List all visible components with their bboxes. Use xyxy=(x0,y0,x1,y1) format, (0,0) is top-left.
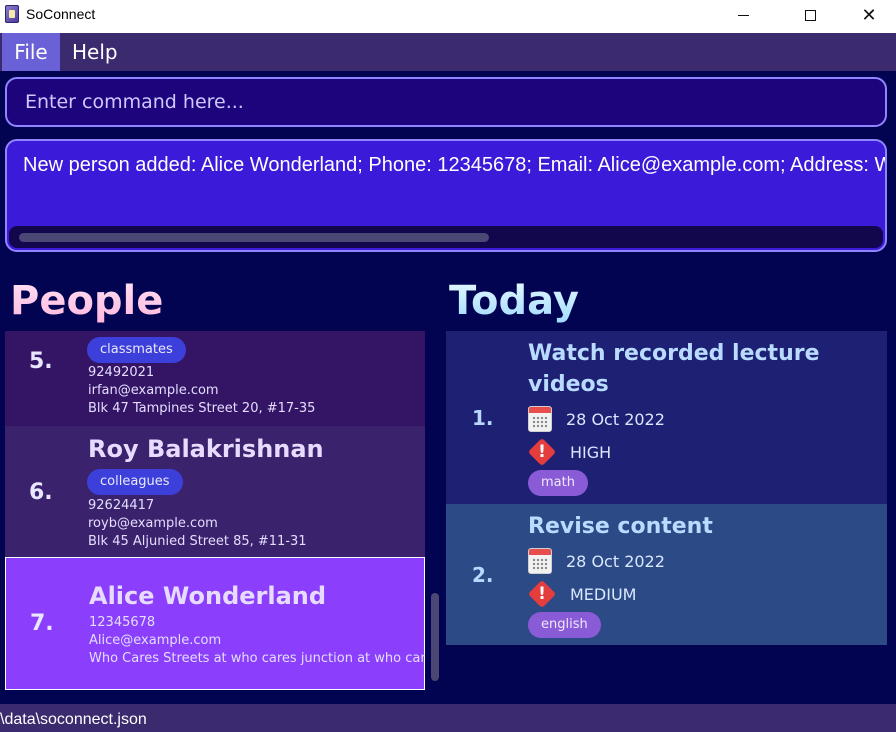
task-card[interactable]: 2. Revise content 28 Oct 2022 ! MEDIUM e… xyxy=(446,504,887,645)
task-priority: MEDIUM xyxy=(570,584,637,604)
people-heading: People xyxy=(10,278,164,324)
result-scroll-thumb[interactable] xyxy=(19,233,489,242)
task-card[interactable]: 1. Watch recorded lecture videos 28 Oct … xyxy=(446,331,887,504)
task-index: 1. xyxy=(472,406,494,430)
menu-bar: File Help xyxy=(0,33,896,71)
menu-help[interactable]: Help xyxy=(72,33,118,71)
person-card-selected[interactable]: 7. Alice Wonderland 12345678 Alice@examp… xyxy=(5,557,425,690)
task-priority-row: ! MEDIUM xyxy=(527,579,637,609)
person-index: 7. xyxy=(30,611,54,636)
app-logo-icon xyxy=(5,5,19,23)
task-title: Revise content xyxy=(528,514,713,539)
task-date: 28 Oct 2022 xyxy=(566,551,665,571)
task-priority-row: ! HIGH xyxy=(527,437,612,467)
priority-warning-icon: ! xyxy=(527,579,557,609)
person-address: Blk 45 Aljunied Street 85, #11-31 xyxy=(88,534,307,549)
person-index: 5. xyxy=(29,349,53,374)
task-date-row: 28 Oct 2022 xyxy=(528,405,665,433)
calendar-icon xyxy=(528,548,552,574)
maximize-icon xyxy=(804,9,816,21)
task-tag: english xyxy=(528,612,601,638)
task-priority: HIGH xyxy=(570,442,612,462)
people-scrollbar-thumb[interactable] xyxy=(431,593,439,681)
task-tag: math xyxy=(528,470,588,496)
person-email: royb@example.com xyxy=(88,516,218,531)
person-index: 6. xyxy=(29,480,53,505)
person-name: Roy Balakrishnan xyxy=(88,435,324,463)
menu-file[interactable]: File xyxy=(2,33,60,71)
minimize-button[interactable] xyxy=(720,0,766,30)
result-display[interactable]: New person added: Alice Wonderland; Phon… xyxy=(5,139,887,252)
task-title: Watch recorded lecture videos xyxy=(528,341,820,397)
person-tag: classmates xyxy=(87,337,186,363)
priority-warning-icon: ! xyxy=(527,437,557,467)
person-phone: 12345678 xyxy=(89,615,156,630)
person-phone: 92624417 xyxy=(88,498,155,513)
person-card[interactable]: 5. classmates 92492021 irfan@example.com… xyxy=(5,331,425,426)
calendar-icon xyxy=(528,406,552,432)
person-address: Blk 47 Tampines Street 20, #17-35 xyxy=(88,401,316,416)
person-email: Alice@example.com xyxy=(89,633,222,648)
result-message: New person added: Alice Wonderland; Phon… xyxy=(23,154,885,176)
close-button[interactable]: ✕ xyxy=(846,0,892,30)
person-phone: 92492021 xyxy=(88,365,155,380)
task-index: 2. xyxy=(472,563,494,587)
status-bar: \data\soconnect.json xyxy=(0,704,896,732)
person-name: Alice Wonderland xyxy=(89,582,327,610)
person-email: irfan@example.com xyxy=(88,383,219,398)
today-heading: Today xyxy=(449,278,579,324)
task-date-row: 28 Oct 2022 xyxy=(528,547,665,575)
person-tag: colleagues xyxy=(87,469,183,495)
minimize-icon xyxy=(737,14,749,16)
person-card[interactable]: 6. Roy Balakrishnan colleagues 92624417 … xyxy=(5,426,425,557)
people-list[interactable]: 5. classmates 92492021 irfan@example.com… xyxy=(5,331,425,691)
close-icon: ✕ xyxy=(861,4,877,26)
result-horizontal-scrollbar[interactable] xyxy=(9,226,883,248)
task-date: 28 Oct 2022 xyxy=(566,409,665,429)
maximize-button[interactable] xyxy=(787,0,833,30)
title-bar: SoConnect ✕ xyxy=(0,0,896,33)
window-title: SoConnect xyxy=(26,6,96,22)
today-list[interactable]: 1. Watch recorded lecture videos 28 Oct … xyxy=(446,331,887,645)
person-address: Who Cares Streets at who cares junction … xyxy=(89,651,425,666)
save-file-path: \data\soconnect.json xyxy=(0,711,147,728)
command-input[interactable]: Enter command here... xyxy=(5,77,887,127)
